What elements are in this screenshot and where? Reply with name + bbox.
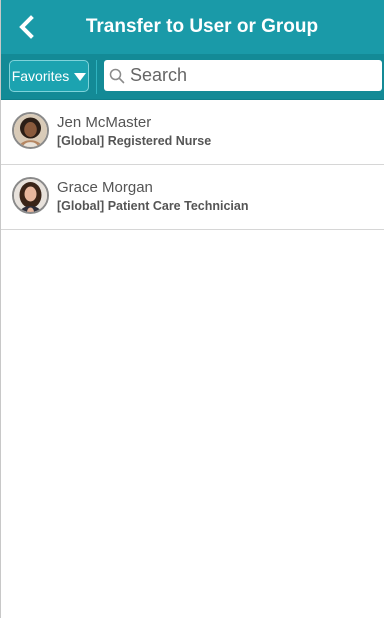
chevron-left-icon xyxy=(19,15,34,39)
transfer-screen: Transfer to User or Group Favorites Sear… xyxy=(0,0,384,618)
search-box[interactable] xyxy=(104,60,382,91)
favorites-filter-dropdown[interactable]: Favorites xyxy=(9,60,89,92)
app-bar: Transfer to User or Group xyxy=(1,0,384,54)
user-role: [Global] Patient Care Technician xyxy=(57,199,249,213)
user-role: [Global] Registered Nurse xyxy=(57,134,212,148)
list-item[interactable]: Grace Morgan [Global] Patient Care Techn… xyxy=(1,165,384,230)
page-title: Transfer to User or Group xyxy=(85,16,319,37)
list-item[interactable]: Jen McMaster [Global] Registered Nurse xyxy=(1,100,384,165)
search-input[interactable] xyxy=(125,60,382,91)
filter-label: Favorites xyxy=(11,68,70,84)
user-list: Jen McMaster [Global] Registered Nurse G… xyxy=(1,100,384,230)
caret-down-icon xyxy=(74,73,87,81)
filter-toolbar: Favorites xyxy=(1,54,384,100)
search-icon xyxy=(109,68,125,84)
avatar xyxy=(12,112,49,149)
toolbar-divider xyxy=(96,60,97,94)
user-name: Grace Morgan xyxy=(57,179,153,196)
back-button[interactable] xyxy=(9,10,43,44)
user-name: Jen McMaster xyxy=(57,114,152,131)
avatar xyxy=(12,177,49,214)
